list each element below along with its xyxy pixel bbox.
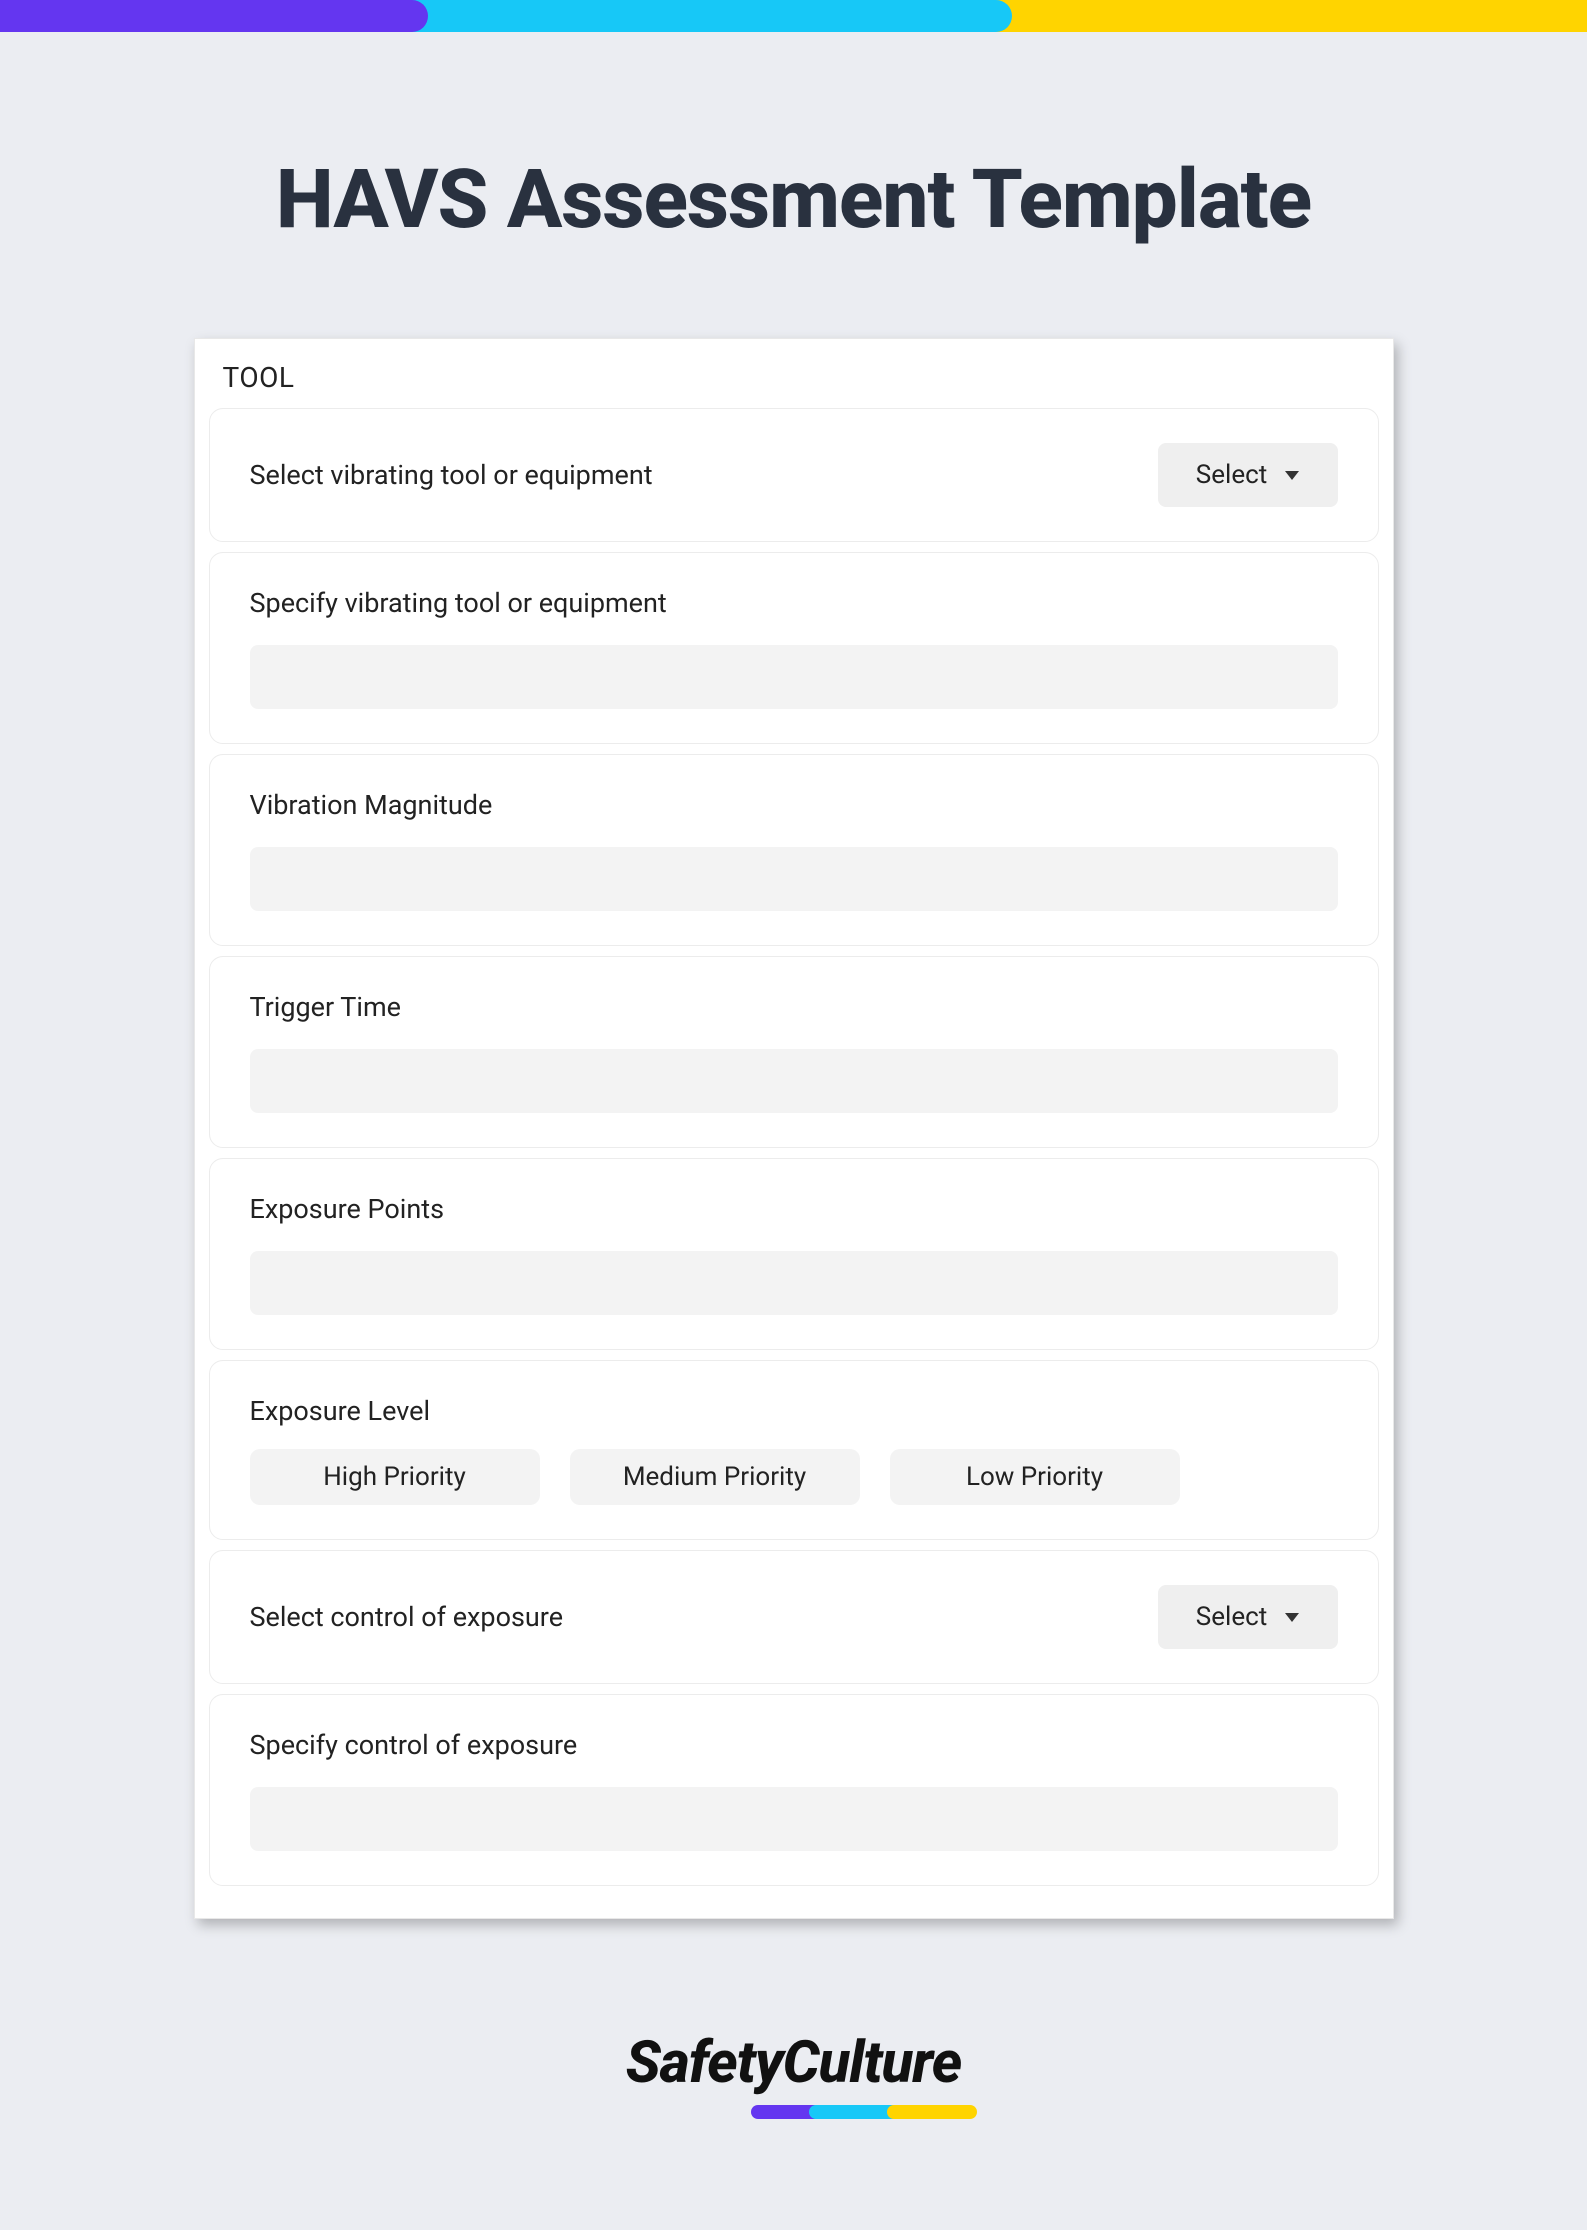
- priority-option-high[interactable]: High Priority: [250, 1449, 540, 1505]
- field-select-tool: Select vibrating tool or equipment Selec…: [209, 408, 1379, 542]
- accent-purple: [0, 0, 428, 32]
- accent-yellow: [992, 0, 1587, 32]
- form-card: TOOL Select vibrating tool or equipment …: [194, 338, 1394, 1919]
- brand-underline: [744, 2101, 984, 2119]
- label-vibration-magnitude: Vibration Magnitude: [250, 789, 1338, 821]
- chevron-down-icon: [1285, 471, 1299, 480]
- input-specify-tool[interactable]: [250, 645, 1338, 709]
- input-exposure-points[interactable]: [250, 1251, 1338, 1315]
- accent-cyan: [408, 0, 1011, 32]
- field-exposure-level: Exposure Level High Priority Medium Prio…: [209, 1360, 1379, 1540]
- field-trigger-time: Trigger Time: [209, 956, 1379, 1148]
- field-specify-control: Specify control of exposure: [209, 1694, 1379, 1886]
- select-control-dropdown[interactable]: Select: [1158, 1585, 1338, 1649]
- label-exposure-level: Exposure Level: [250, 1395, 1338, 1427]
- select-control-value: Select: [1196, 1602, 1267, 1632]
- label-trigger-time: Trigger Time: [250, 991, 1338, 1023]
- field-vibration-magnitude: Vibration Magnitude: [209, 754, 1379, 946]
- brand-logo-text: SafetyCulture: [626, 2029, 961, 2097]
- select-tool-value: Select: [1196, 460, 1267, 490]
- brand-footer: SafetyCulture: [0, 2029, 1587, 2119]
- field-specify-tool: Specify vibrating tool or equipment: [209, 552, 1379, 744]
- input-trigger-time[interactable]: [250, 1049, 1338, 1113]
- top-accent-bar: [0, 0, 1587, 32]
- page-title: HAVS Assessment Template: [0, 152, 1587, 248]
- input-vibration-magnitude[interactable]: [250, 847, 1338, 911]
- priority-option-low[interactable]: Low Priority: [890, 1449, 1180, 1505]
- label-specify-control: Specify control of exposure: [250, 1729, 1338, 1761]
- field-exposure-points: Exposure Points: [209, 1158, 1379, 1350]
- section-heading-tool: TOOL: [209, 357, 1379, 408]
- priority-option-medium[interactable]: Medium Priority: [570, 1449, 860, 1505]
- chevron-down-icon: [1285, 1613, 1299, 1622]
- select-tool-dropdown[interactable]: Select: [1158, 443, 1338, 507]
- field-select-control: Select control of exposure Select: [209, 1550, 1379, 1684]
- label-select-tool: Select vibrating tool or equipment: [250, 459, 653, 491]
- label-specify-tool: Specify vibrating tool or equipment: [250, 587, 1338, 619]
- label-exposure-points: Exposure Points: [250, 1193, 1338, 1225]
- input-specify-control[interactable]: [250, 1787, 1338, 1851]
- label-select-control: Select control of exposure: [250, 1601, 564, 1633]
